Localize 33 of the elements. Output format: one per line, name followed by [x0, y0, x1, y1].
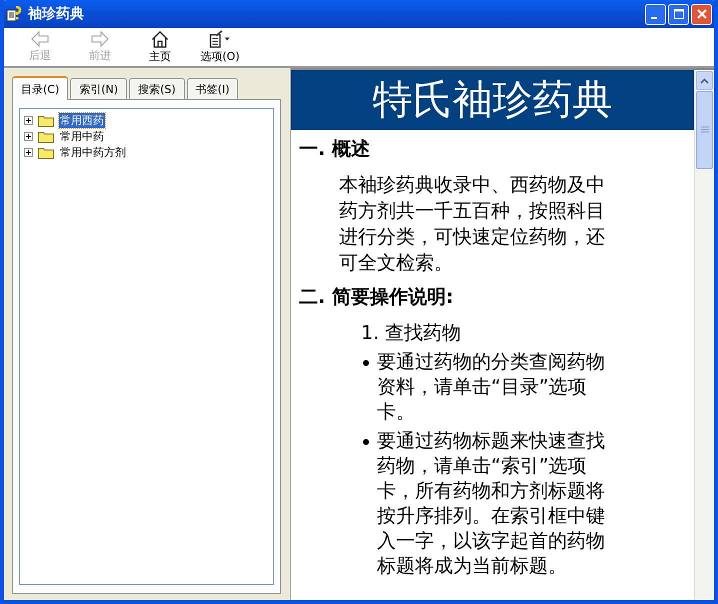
close-button[interactable]	[691, 4, 712, 24]
folder-icon	[38, 146, 54, 158]
tree-item[interactable]: 常用中药方剂	[59, 144, 127, 160]
expand-icon[interactable]	[24, 116, 33, 124]
folder-icon	[38, 130, 54, 142]
bullet-icon	[363, 360, 369, 366]
tree-item[interactable]: 常用西药	[59, 112, 105, 128]
close-icon	[696, 9, 706, 19]
tab[interactable]: 目录(C)	[12, 76, 68, 100]
bullet-text: 要通过药物的分类查阅药物资料，请单击“目录”选项卡。	[377, 350, 606, 425]
expand-icon[interactable]	[24, 148, 33, 156]
subheading: 1. 查找药物	[361, 321, 462, 346]
maximize-icon	[674, 9, 684, 19]
minimize-icon	[650, 17, 656, 19]
section-heading: 一. 概述	[299, 137, 371, 162]
maximize-button[interactable]	[668, 4, 689, 24]
tab[interactable]: 搜索(S)	[129, 78, 185, 99]
paragraph: 本袖珍药典收录中、西药物及中药方剂共一千五百种，按照科目进行分类，可快速定位药物，还可全文检索。	[339, 173, 605, 276]
tab[interactable]: 索引(N)	[70, 78, 128, 99]
banner-title: 特氏袖珍药典	[291, 70, 694, 130]
home-button[interactable]: 主页	[134, 28, 186, 66]
minimize-button[interactable]	[645, 4, 666, 24]
scroll-bar[interactable]	[694, 70, 714, 600]
tree-item[interactable]: 常用中药	[59, 128, 105, 144]
folder-icon	[38, 114, 54, 126]
bullet-icon	[363, 439, 369, 445]
options-button[interactable]: 选项(O)	[194, 28, 246, 66]
expand-icon[interactable]	[24, 132, 33, 140]
window-title: 袖珍药典	[28, 5, 85, 23]
tab[interactable]: 书签(I)	[186, 78, 238, 99]
bullet-text: 要通过药物标题来快速查找药物，请单击“索引”选项卡，所有药物和方剂标题将按升序排列。在索引框中键入一字，以该字起首的药物标题将成为当前标题。	[377, 429, 606, 579]
section-heading: 二. 简要操作说明:	[299, 285, 454, 310]
help-document-icon	[6, 6, 22, 22]
